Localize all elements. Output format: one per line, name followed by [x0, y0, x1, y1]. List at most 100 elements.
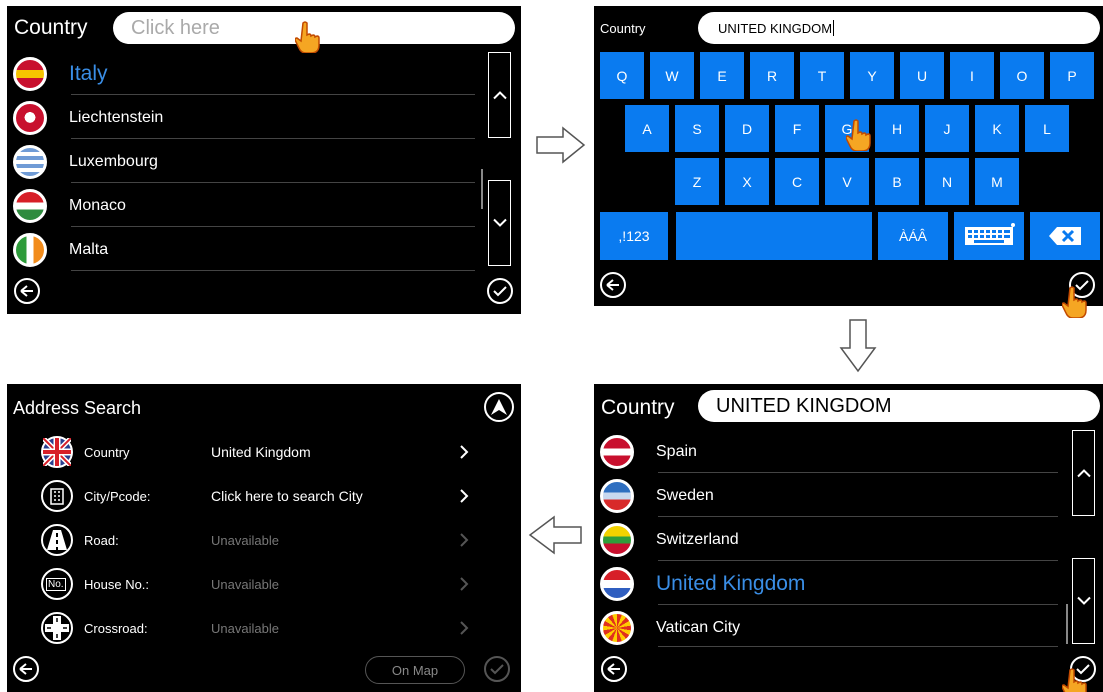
search-input[interactable]: UNITED KINGDOM	[698, 390, 1100, 422]
arrow-left-icon	[20, 285, 33, 297]
list-item[interactable]: Sweden	[600, 474, 714, 517]
list-item[interactable]: Vatican City	[600, 606, 740, 649]
list-item-label: Sweden	[656, 486, 714, 504]
key-b[interactable]: B	[875, 158, 919, 205]
scroll-down-button[interactable]	[1072, 558, 1095, 644]
key-f[interactable]: F	[775, 105, 819, 152]
arrow-left-icon	[19, 663, 32, 675]
scrollbar-thumb[interactable]	[1066, 604, 1068, 644]
address-row-country[interactable]: Country United Kingdom	[41, 432, 481, 472]
divider	[658, 516, 1058, 517]
key-a[interactable]: A	[625, 105, 669, 152]
chevron-down-icon	[492, 218, 507, 227]
flag-switzerland-icon	[600, 522, 634, 557]
checkmark-icon	[493, 286, 507, 297]
key-p[interactable]: P	[1050, 52, 1094, 99]
key-m[interactable]: M	[975, 158, 1019, 205]
house-number-icon-label: No.	[46, 578, 66, 591]
page-title: Country	[601, 396, 675, 419]
key-s[interactable]: S	[675, 105, 719, 152]
key-u[interactable]: U	[900, 52, 944, 99]
scroll-down-button[interactable]	[488, 180, 511, 266]
back-button[interactable]	[13, 656, 39, 682]
arrow-left-icon	[606, 279, 619, 291]
key-x[interactable]: X	[725, 158, 769, 205]
flag-monaco-icon	[13, 188, 47, 223]
list-item[interactable]: United Kingdom	[600, 562, 805, 605]
key-v[interactable]: V	[825, 158, 869, 205]
chevron-right-icon	[460, 621, 469, 635]
backspace-key[interactable]	[1030, 212, 1100, 260]
key-o[interactable]: O	[1000, 52, 1044, 99]
divider	[658, 604, 1058, 605]
page-title: Country	[14, 16, 88, 39]
back-button[interactable]	[14, 278, 40, 304]
address-row-value: Unavailable	[211, 532, 279, 548]
scroll-up-button[interactable]	[488, 52, 511, 138]
flag-luxembourg-icon	[13, 144, 47, 179]
key-d[interactable]: D	[725, 105, 769, 152]
list-item-label: Spain	[656, 442, 697, 460]
list-item[interactable]: Italy	[13, 52, 108, 95]
key-k[interactable]: K	[975, 105, 1019, 152]
hide-keyboard-key[interactable]	[954, 212, 1024, 260]
back-button[interactable]	[601, 656, 627, 682]
chevron-right-icon	[460, 445, 469, 459]
list-item[interactable]: Monaco	[13, 184, 126, 227]
key-n[interactable]: N	[925, 158, 969, 205]
address-row-road[interactable]: Road: Unavailable	[41, 520, 481, 560]
on-map-button[interactable]: On Map	[365, 656, 465, 684]
key-i[interactable]: I	[950, 52, 994, 99]
list-item-label: Monaco	[69, 196, 126, 214]
key-h[interactable]: H	[875, 105, 919, 152]
list-item[interactable]: Luxembourg	[13, 140, 158, 183]
page-title: Country	[600, 21, 646, 36]
chevron-right-icon	[460, 533, 469, 547]
divider	[71, 270, 475, 271]
address-row-house-number[interactable]: No. House No.: Unavailable	[41, 564, 481, 604]
list-item-label: Vatican City	[656, 618, 741, 636]
flag-spain-icon	[600, 434, 634, 469]
scrollbar-thumb[interactable]	[481, 169, 483, 209]
key-z[interactable]: Z	[675, 158, 719, 205]
search-input[interactable]: UNITED KINGDOM	[698, 12, 1100, 44]
navigation-button[interactable]	[484, 392, 514, 422]
chevron-down-icon	[1076, 596, 1091, 605]
back-button[interactable]	[600, 272, 626, 298]
list-item[interactable]: Liechtenstein	[13, 96, 163, 139]
list-item[interactable]: Switzerland	[600, 518, 739, 561]
confirm-button[interactable]	[487, 278, 513, 304]
key-j[interactable]: J	[925, 105, 969, 152]
address-row-city[interactable]: City/Pcode: Click here to search City	[41, 476, 481, 516]
arrow-right-icon	[536, 126, 586, 164]
address-row-crossroad[interactable]: Crossroad: Unavailable	[41, 608, 481, 648]
divider	[658, 646, 1058, 647]
scroll-up-button[interactable]	[1072, 430, 1095, 516]
backspace-icon	[1049, 227, 1081, 245]
key-w[interactable]: W	[650, 52, 694, 99]
divider	[71, 182, 475, 183]
confirm-button[interactable]	[484, 656, 510, 682]
road-icon	[41, 524, 73, 556]
accents-key[interactable]: ÀÁÂ	[878, 212, 948, 260]
flag-liechtenstein-icon	[13, 100, 47, 135]
chevron-up-icon	[1076, 469, 1091, 478]
key-l[interactable]: L	[1025, 105, 1069, 152]
key-c[interactable]: C	[775, 158, 819, 205]
key-r[interactable]: R	[750, 52, 794, 99]
key-q[interactable]: Q	[600, 52, 644, 99]
space-key[interactable]	[676, 212, 872, 260]
chevron-right-icon	[460, 489, 469, 503]
key-y[interactable]: Y	[850, 52, 894, 99]
address-row-value: United Kingdom	[211, 444, 311, 460]
address-row-label: City/Pcode:	[84, 488, 151, 504]
symbols-key[interactable]: ,!123	[600, 212, 668, 260]
arrow-down-icon	[839, 319, 877, 373]
key-e[interactable]: E	[700, 52, 744, 99]
list-item[interactable]: Malta	[13, 228, 108, 271]
key-t[interactable]: T	[800, 52, 844, 99]
list-item-label: Italy	[69, 61, 108, 85]
divider	[71, 94, 475, 95]
list-item[interactable]: Spain	[600, 430, 697, 473]
list-item-label: United Kingdom	[656, 571, 806, 595]
